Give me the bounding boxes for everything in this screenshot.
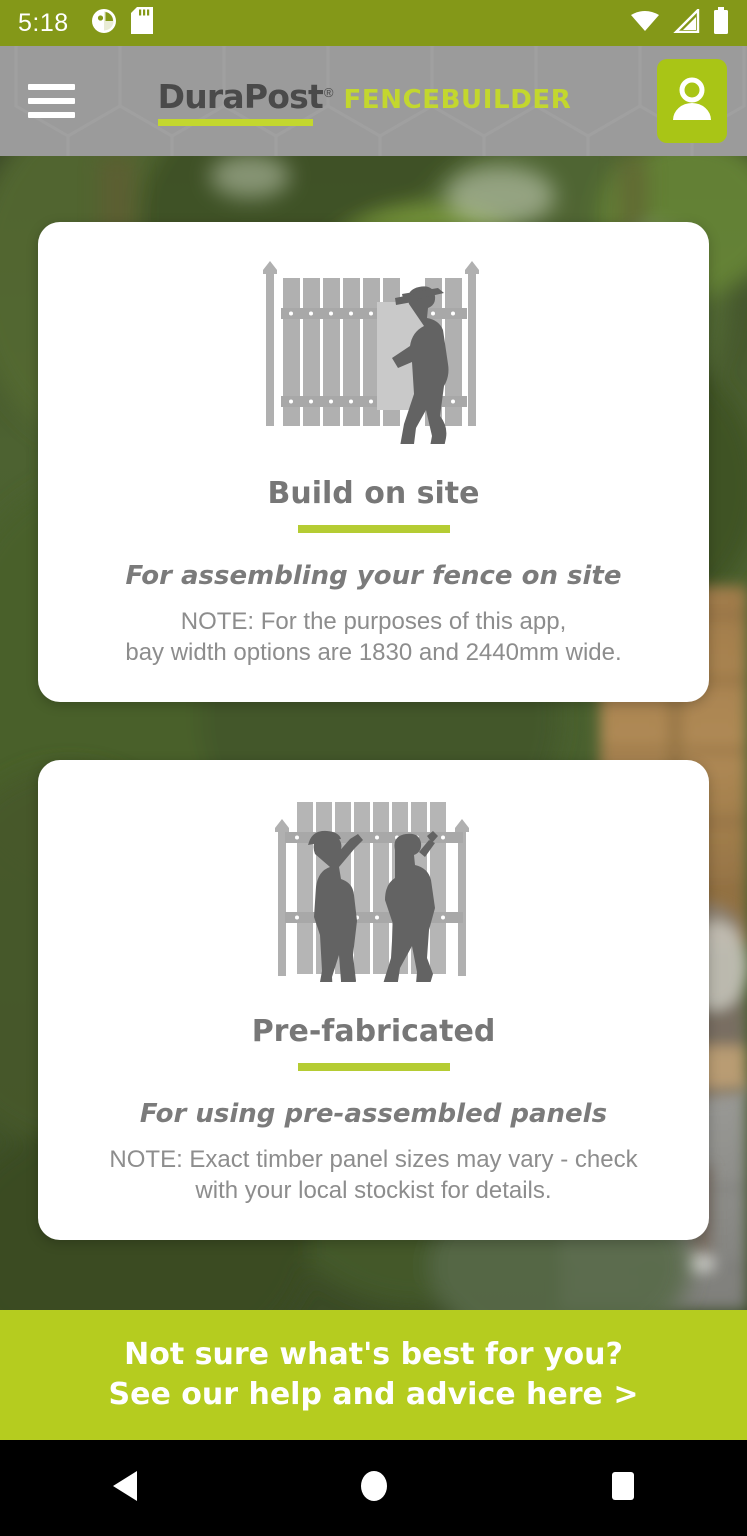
two-workers-panel-illustration (271, 790, 477, 986)
cellular-signal-icon (673, 6, 700, 38)
nav-recents-button[interactable] (563, 1440, 683, 1536)
hamburger-bar (27, 112, 75, 118)
hamburger-bar (27, 84, 75, 90)
card-title-underline (297, 1063, 450, 1071)
help-advice-banner[interactable]: Not sure what's best for you? See our he… (0, 1310, 747, 1440)
card-note-line-2: with your local stockist for details. (195, 1176, 552, 1204)
card-pre-fabricated[interactable]: Pre-fabricated For using pre-assembled p… (38, 760, 709, 1240)
phone-screen: 5:18 DuraPost ® FENCEBUILDER Build on si… (0, 0, 747, 1536)
status-bar-clock: 5:18 (18, 8, 69, 37)
brand-underline (157, 118, 313, 126)
card-note-line-1: NOTE: Exact timber panel sizes may vary … (109, 1146, 638, 1173)
banner-line-2: See our help and advice here > (108, 1377, 639, 1412)
card-title: Pre-fabricated (251, 1014, 496, 1049)
nav-back-button[interactable] (65, 1440, 185, 1536)
worker-building-fence-illustration (259, 252, 489, 448)
battery-icon (713, 7, 729, 39)
card-build-on-site[interactable]: Build on site For assembling your fence … (38, 222, 709, 702)
card-subtitle: For assembling your fence on site (125, 561, 622, 591)
app-header: DuraPost ® FENCEBUILDER (0, 46, 747, 156)
wifi-icon (630, 9, 660, 38)
main-content: Build on site For assembling your fence … (0, 156, 747, 1310)
card-note: NOTE: For the purposes of this app, bay … (111, 607, 635, 668)
card-title: Build on site (267, 476, 480, 511)
back-triangle-icon (109, 1468, 141, 1509)
brand-name-primary: DuraPost (157, 76, 324, 116)
status-bar-system-icons (630, 6, 729, 39)
card-note: NOTE: Exact timber panel sizes may vary … (95, 1145, 651, 1206)
recents-square-icon (607, 1467, 639, 1510)
card-note-line-1: NOTE: For the purposes of this app, (180, 608, 567, 635)
status-bar: 5:18 (0, 0, 747, 46)
card-subtitle: For using pre-assembled panels (139, 1099, 608, 1129)
brand-name-secondary: FENCEBUILDER (343, 84, 572, 115)
status-bar-notification-icons (91, 7, 153, 39)
hamburger-bar (27, 98, 75, 104)
app-notification-icon (91, 8, 117, 39)
app-brand-logo: DuraPost ® FENCEBUILDER (72, 77, 657, 126)
sd-card-icon (130, 7, 153, 39)
home-circle-icon (358, 1467, 390, 1510)
account-person-icon (670, 75, 714, 128)
brand-registered-mark: ® (323, 84, 334, 100)
android-navigation-bar (0, 1440, 747, 1536)
nav-home-button[interactable] (314, 1440, 434, 1536)
card-note-line-2: bay width options are 1830 and 2440mm wi… (125, 638, 622, 666)
banner-line-1: Not sure what's best for you? (124, 1337, 623, 1373)
account-button[interactable] (657, 59, 727, 143)
card-title-underline (297, 525, 450, 533)
